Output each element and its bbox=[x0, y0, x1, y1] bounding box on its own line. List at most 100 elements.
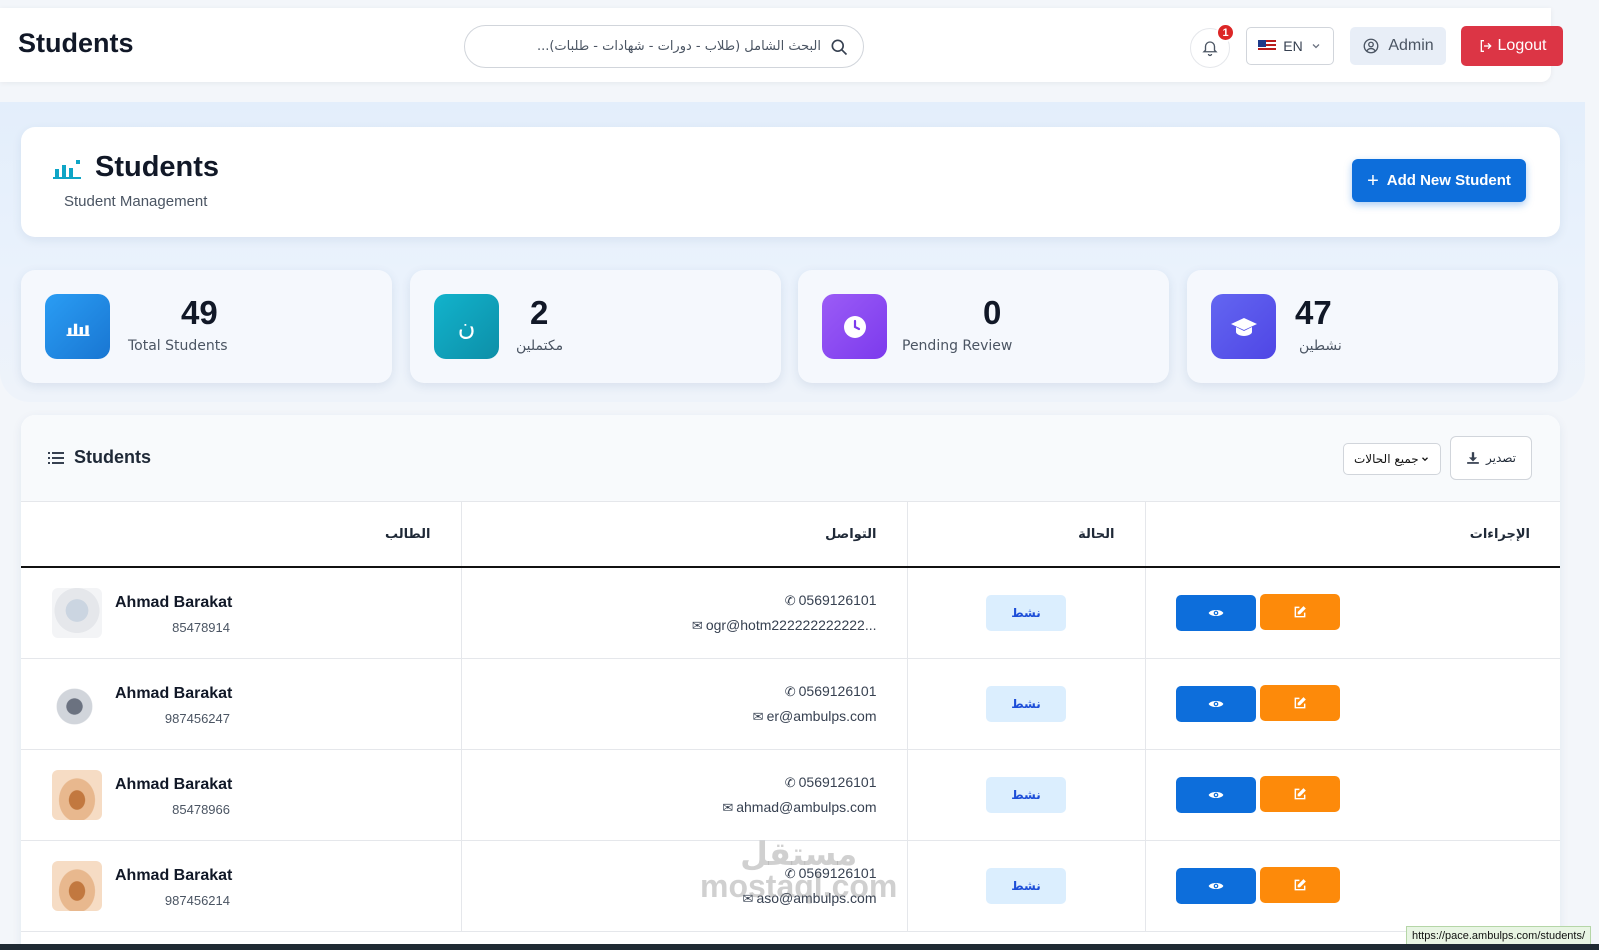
students-table: الطالب التواصل الحالة الإجراءات Ahmad Ba… bbox=[21, 502, 1560, 932]
status-filter-select[interactable]: جميع الحالات bbox=[1343, 443, 1441, 475]
table-row[interactable]: Ahmad Barakat 85478914 ✆ 0569126101 ✉ ogr@… bbox=[21, 567, 1560, 659]
chart-bar-icon bbox=[53, 160, 81, 179]
table-row[interactable]: Ahmad Barakat 987456214 ✆ 0569126101 ✉ aso… bbox=[21, 840, 1560, 932]
table-row[interactable]: Ahmad Barakat 85478966 ✆ 0569126101 ✉ ahma… bbox=[21, 749, 1560, 841]
stat-value: 0 bbox=[983, 294, 1002, 331]
status-badge: نشط bbox=[986, 594, 1066, 631]
user-circle-icon bbox=[1363, 38, 1379, 54]
student-name[interactable]: Ahmad Barakat bbox=[115, 685, 232, 703]
us-flag-icon bbox=[1258, 40, 1277, 52]
edit-button[interactable] bbox=[1259, 594, 1340, 631]
stat-icon-pending bbox=[822, 294, 887, 359]
student-id: 987456214 bbox=[164, 892, 230, 908]
list-icon bbox=[48, 451, 64, 464]
email: er@ambulps.com bbox=[766, 707, 877, 724]
download-icon bbox=[1467, 452, 1479, 464]
view-button[interactable] bbox=[1175, 777, 1256, 813]
status-badge: نشط bbox=[986, 685, 1066, 722]
actions-cell bbox=[1145, 749, 1560, 841]
avatar[interactable] bbox=[52, 769, 102, 820]
table-title: Students bbox=[48, 447, 151, 468]
stat-label: مكتملين bbox=[516, 338, 564, 354]
stat-card-active: 47 نشطين bbox=[1187, 270, 1558, 383]
stat-value: 47 bbox=[1295, 294, 1332, 331]
phone: 0569126101 bbox=[798, 591, 877, 608]
graduation-cap-icon bbox=[1230, 317, 1257, 336]
student-id: 85478966 bbox=[172, 801, 230, 817]
user-menu-button[interactable]: Admin bbox=[1350, 27, 1446, 65]
language-label: EN bbox=[1283, 38, 1303, 54]
students-table-card: Students جميع الحالات تصدير الطالب التوا… bbox=[21, 415, 1560, 950]
status-cell: نشط bbox=[907, 749, 1146, 841]
status-bar-url: https://pace.ambulps.com/students/ bbox=[1406, 926, 1592, 946]
stat-label: Total Students bbox=[128, 338, 228, 354]
avatar[interactable] bbox=[52, 588, 102, 638]
user-label: Admin bbox=[1388, 37, 1434, 54]
stat-icon-completed: ن bbox=[434, 294, 499, 359]
phone-icon: ✆ bbox=[784, 774, 796, 790]
logout-button[interactable]: Logout bbox=[1461, 26, 1563, 66]
student-name[interactable]: Ahmad Barakat bbox=[115, 594, 232, 612]
student-name[interactable]: Ahmad Barakat bbox=[115, 776, 232, 794]
avatar[interactable] bbox=[52, 678, 102, 729]
header-title: Students bbox=[95, 151, 220, 183]
column-header-student[interactable]: الطالب bbox=[21, 502, 462, 568]
search-input[interactable] bbox=[483, 39, 821, 54]
export-button[interactable]: تصدير bbox=[1450, 436, 1532, 480]
contact-cell: ✆ 0569126101 ✉ ogr@hotm222222222222... bbox=[461, 567, 908, 659]
sign-out-icon bbox=[1480, 40, 1492, 52]
edit-icon bbox=[1294, 606, 1306, 618]
envelope-icon: ✉ bbox=[722, 799, 734, 815]
complete-icon: ن bbox=[457, 312, 476, 341]
avatar[interactable] bbox=[52, 860, 102, 911]
edit-icon bbox=[1294, 879, 1306, 891]
status-badge: نشط bbox=[986, 776, 1066, 813]
email: ahmad@ambulps.com bbox=[736, 798, 877, 815]
add-new-student-button[interactable]: + Add New Student bbox=[1352, 159, 1526, 202]
student-id: 85478914 bbox=[172, 620, 230, 635]
column-header-actions[interactable]: الإجراءات bbox=[1145, 502, 1560, 568]
edit-button[interactable] bbox=[1259, 685, 1340, 721]
search-icon[interactable] bbox=[829, 37, 849, 57]
column-header-contact[interactable]: التواصل bbox=[461, 502, 908, 568]
eye-icon bbox=[1208, 610, 1223, 617]
plus-icon: + bbox=[1367, 169, 1379, 192]
email: ogr@hotm222222222222... bbox=[705, 616, 877, 633]
edit-icon bbox=[1294, 788, 1306, 800]
phone-icon: ✆ bbox=[784, 865, 796, 881]
student-name[interactable]: Ahmad Barakat bbox=[115, 867, 232, 885]
table-header-row: الطالب التواصل الحالة الإجراءات bbox=[21, 502, 1560, 568]
edit-icon bbox=[1294, 697, 1306, 709]
student-cell: Ahmad Barakat 987456247 bbox=[21, 658, 462, 750]
logout-label: Logout bbox=[1497, 37, 1547, 54]
table-row[interactable]: Ahmad Barakat 987456247 ✆ 0569126101 ✉ er@… bbox=[21, 658, 1560, 750]
table-title-label: Students bbox=[74, 447, 152, 467]
stat-value: 49 bbox=[181, 294, 218, 331]
view-button[interactable] bbox=[1175, 686, 1256, 722]
student-id: 987456247 bbox=[164, 710, 230, 726]
filter-value: جميع الحالات bbox=[1354, 452, 1419, 466]
status-cell: نشط bbox=[907, 658, 1146, 750]
chart-bar-icon bbox=[66, 323, 89, 336]
envelope-icon: ✉ bbox=[691, 617, 703, 633]
edit-button[interactable] bbox=[1259, 776, 1340, 812]
actions-cell bbox=[1145, 840, 1560, 932]
language-selector[interactable]: EN bbox=[1246, 27, 1334, 65]
contact-cell: ✆ 0569126101 ✉ ahmad@ambulps.com bbox=[461, 749, 908, 841]
edit-button[interactable] bbox=[1259, 867, 1340, 903]
eye-icon bbox=[1208, 701, 1223, 707]
export-label: تصدير bbox=[1485, 451, 1516, 465]
contact-cell: ✆ 0569126101 ✉ aso@ambulps.com bbox=[461, 840, 908, 932]
view-button[interactable] bbox=[1175, 868, 1256, 904]
stat-icon-active bbox=[1211, 294, 1276, 359]
clock-icon bbox=[843, 315, 866, 338]
stat-label: Pending Review bbox=[902, 338, 1013, 354]
column-header-status[interactable]: الحالة bbox=[907, 502, 1146, 568]
global-search[interactable] bbox=[464, 25, 864, 68]
stat-card-total-students: 49 Total Students bbox=[21, 270, 392, 383]
notifications-button[interactable]: 1 bbox=[1190, 23, 1235, 68]
actions-cell bbox=[1145, 567, 1560, 659]
eye-icon bbox=[1208, 792, 1223, 798]
top-bar: Students 1 EN Admin Logout bbox=[0, 8, 1563, 82]
view-button[interactable] bbox=[1175, 595, 1256, 632]
